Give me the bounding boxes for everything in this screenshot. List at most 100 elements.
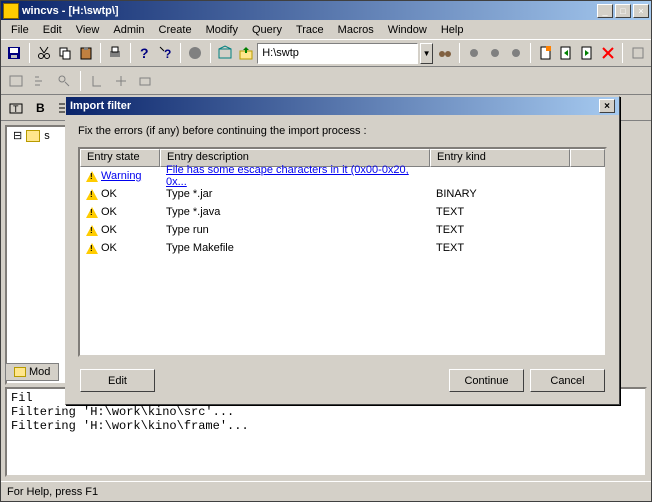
dialog-message: Fix the errors (if any) before continuin… [78, 125, 607, 137]
tab-modules-label: Mod [29, 366, 50, 378]
menu-macros[interactable]: Macros [332, 22, 380, 38]
app-icon [3, 3, 19, 19]
dot1-icon[interactable] [465, 42, 484, 64]
list-row[interactable]: OKType *.javaTEXT [80, 203, 605, 221]
cell-description: Type Makefile [160, 242, 430, 254]
tree-root-label: s [44, 130, 50, 142]
dialog-titlebar[interactable]: Import filter × [66, 97, 619, 115]
explore-icon[interactable] [216, 42, 235, 64]
cell-kind: TEXT [430, 224, 570, 236]
list-row[interactable]: OKType runTEXT [80, 221, 605, 239]
window-title: wincvs - [H:\swtp\] [22, 5, 597, 17]
copy-icon[interactable] [55, 42, 74, 64]
menu-help[interactable]: Help [435, 22, 470, 38]
maximize-button[interactable]: □ [615, 4, 631, 18]
cancel-button[interactable]: Cancel [530, 369, 605, 392]
output-line: Filtering 'H:\work\kino\frame'... [11, 419, 641, 433]
titlebar: wincvs - [H:\swtp\] _ □ × [1, 1, 651, 20]
cell-description: Type run [160, 224, 430, 236]
cell-kind: TEXT [430, 242, 570, 254]
cell-kind: BINARY [430, 188, 570, 200]
menu-create[interactable]: Create [153, 22, 198, 38]
svg-text:?: ? [164, 47, 171, 61]
delete-icon[interactable] [598, 42, 617, 64]
col-entry-state[interactable]: Entry state [80, 149, 160, 167]
print-icon[interactable] [106, 42, 125, 64]
extra-icon[interactable] [628, 42, 647, 64]
up-icon[interactable] [236, 42, 255, 64]
list-row[interactable]: OKType MakefileTEXT [80, 239, 605, 257]
path-dropdown-icon[interactable]: ▼ [420, 43, 434, 64]
next-icon[interactable] [578, 42, 597, 64]
list-row[interactable]: OKType *.jarBINARY [80, 185, 605, 203]
cell-description: Type *.jar [160, 188, 430, 200]
cell-description: Type *.java [160, 206, 430, 218]
svg-text:?: ? [140, 45, 149, 61]
close-button[interactable]: × [633, 4, 649, 18]
tool-a-icon[interactable] [5, 70, 27, 92]
prev-icon[interactable] [557, 42, 576, 64]
tab-modules[interactable]: Mod [5, 363, 59, 381]
toolbar-secondary [1, 67, 651, 95]
entries-list[interactable]: Entry state Entry description Entry kind… [78, 147, 607, 357]
cell-description: File has some escape characters in it (0… [160, 164, 430, 188]
statusbar-text: For Help, press F1 [7, 486, 98, 498]
binoculars-icon[interactable] [435, 42, 454, 64]
stop-icon[interactable] [186, 42, 205, 64]
cell-state: OK [80, 206, 160, 218]
help-icon[interactable]: ? [136, 42, 155, 64]
context-help-icon[interactable]: ? [156, 42, 175, 64]
path-input[interactable] [257, 43, 418, 64]
list-row[interactable]: WarningFile has some escape characters i… [80, 167, 605, 185]
col-entry-kind[interactable]: Entry kind [430, 149, 570, 167]
left-tabs: Mod [5, 363, 59, 381]
cell-state: OK [80, 188, 160, 200]
warning-icon [86, 225, 98, 236]
menubar: File Edit View Admin Create Modify Query… [1, 20, 651, 39]
tool-e-icon[interactable] [110, 70, 132, 92]
dot3-icon[interactable] [507, 42, 526, 64]
menu-trace[interactable]: Trace [290, 22, 330, 38]
continue-button[interactable]: Continue [449, 369, 524, 392]
output-line: Filtering 'H:\work\kino\src'... [11, 405, 641, 419]
menu-view[interactable]: View [70, 22, 106, 38]
menu-admin[interactable]: Admin [107, 22, 150, 38]
tool-b-icon[interactable] [29, 70, 51, 92]
edit-button[interactable]: Edit [80, 369, 155, 392]
cell-kind: TEXT [430, 206, 570, 218]
cell-state: OK [80, 224, 160, 236]
cell-state: Warning [80, 170, 160, 182]
cut-icon[interactable] [35, 42, 54, 64]
save-icon[interactable] [5, 42, 24, 64]
textbox-icon[interactable]: T [5, 97, 27, 119]
tool-f-icon[interactable] [134, 70, 156, 92]
warning-icon [86, 189, 98, 200]
menu-modify[interactable]: Modify [200, 22, 244, 38]
menu-query[interactable]: Query [246, 22, 288, 38]
toolbar-main: ? ? ▼ [1, 39, 651, 67]
warning-icon [86, 243, 98, 254]
statusbar: For Help, press F1 [1, 481, 651, 501]
dialog-close-button[interactable]: × [599, 99, 615, 113]
svg-text:T: T [13, 104, 19, 114]
col-spacer[interactable] [570, 149, 605, 167]
minus-icon: ⊟ [13, 129, 22, 142]
minimize-button[interactable]: _ [597, 4, 613, 18]
folder-icon [14, 367, 26, 377]
menu-window[interactable]: Window [382, 22, 433, 38]
paste-icon[interactable] [76, 42, 95, 64]
warning-icon [86, 207, 98, 218]
bold-icon[interactable]: B [29, 97, 51, 119]
menu-file[interactable]: File [5, 22, 35, 38]
menu-edit[interactable]: Edit [37, 22, 68, 38]
new-doc-icon[interactable] [536, 42, 555, 64]
cell-state: OK [80, 242, 160, 254]
folder-icon [26, 130, 40, 142]
tool-d-icon[interactable] [86, 70, 108, 92]
svg-text:B: B [36, 101, 45, 115]
dot2-icon[interactable] [486, 42, 505, 64]
dialog-title-text: Import filter [70, 100, 599, 112]
warning-icon [86, 171, 98, 182]
import-filter-dialog: Import filter × Fix the errors (if any) … [65, 96, 620, 405]
tool-c-icon[interactable] [53, 70, 75, 92]
